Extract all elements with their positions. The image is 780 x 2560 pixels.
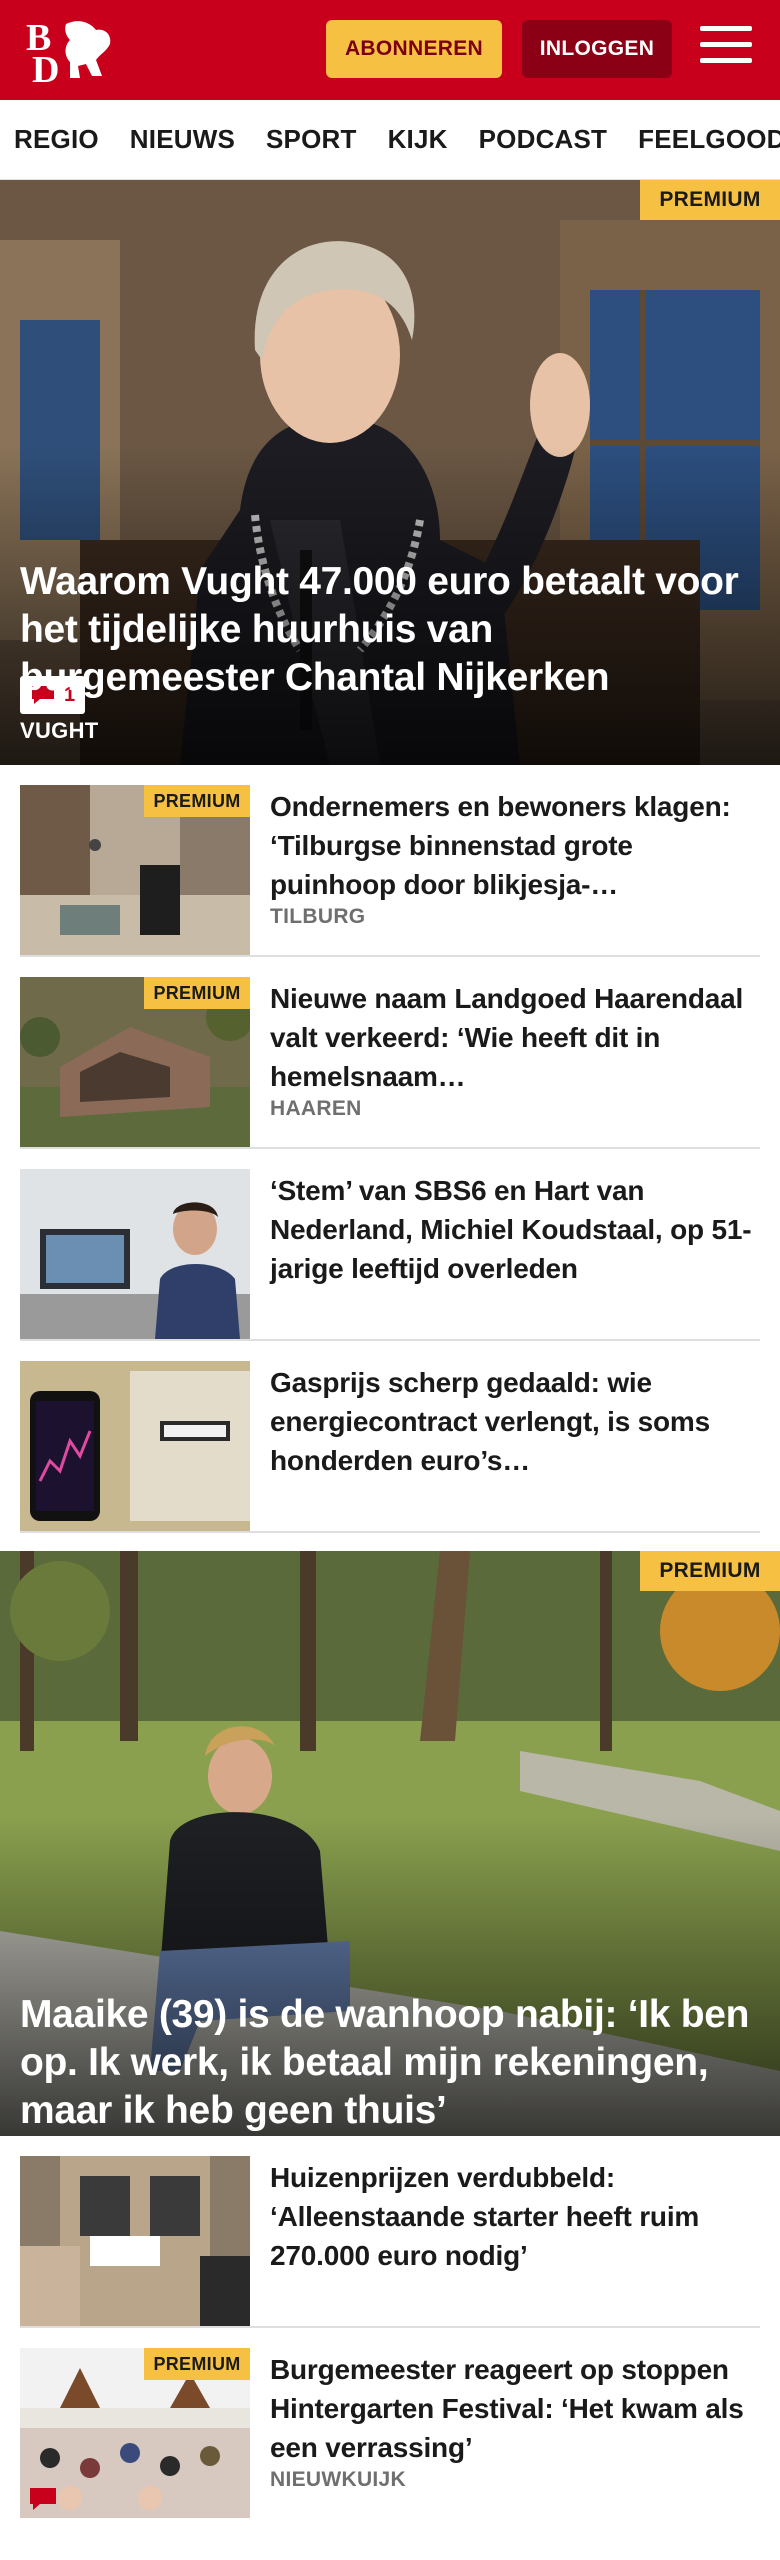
logo-lion-icon: B D <box>26 17 111 91</box>
premium-badge: PREMIUM <box>144 2348 250 2380</box>
article-thumbnail <box>20 1361 250 1531</box>
list-item[interactable]: PREMIUM Nieuwe naam Landgoed Haarendaal … <box>20 957 760 1149</box>
article-title[interactable]: Nieuwe naam Landgoed Haarendaal valt ver… <box>270 979 760 1096</box>
article-thumbnail <box>20 2156 250 2326</box>
premium-badge: PREMIUM <box>640 1551 780 1591</box>
subscribe-button[interactable]: ABONNEREN <box>326 20 502 78</box>
article-thumbnail: PREMIUM <box>20 977 250 1147</box>
article-list-2: Huizenprijzen verdubbeld: ‘Alleenstaande… <box>0 2136 780 2520</box>
article-location: TILBURG <box>270 905 366 928</box>
article-thumbnail <box>20 1169 250 1339</box>
hamburger-icon[interactable] <box>700 26 752 72</box>
hero-article-vught[interactable]: PREMIUM 1 Waarom Vught 47.000 euro betaa… <box>0 180 780 765</box>
article-list-1: PREMIUM Ondernemers en bewoners klagen: … <box>0 765 780 1533</box>
premium-badge: PREMIUM <box>144 977 250 1009</box>
premium-badge: PREMIUM <box>640 180 780 220</box>
article-thumbnail: PREMIUM <box>20 2348 250 2518</box>
nav-item-nieuws[interactable]: NIEUWS <box>130 124 235 155</box>
nav-item-kijk[interactable]: KIJK <box>388 124 448 155</box>
nav-item-sport[interactable]: SPORT <box>266 124 357 155</box>
article-title[interactable]: ‘Stem’ van SBS6 en Hart van Nederland, M… <box>270 1171 760 1288</box>
list-item[interactable]: PREMIUM Burgemeester reageert op stoppen… <box>20 2328 760 2520</box>
comment-icon[interactable] <box>28 2486 58 2512</box>
thumb-gas-meter-photo <box>20 1361 250 1531</box>
premium-badge: PREMIUM <box>144 785 250 817</box>
article-title[interactable]: Gasprijs scherp gedaald: wie energiecont… <box>270 1363 760 1480</box>
nav-item-podcast[interactable]: PODCAST <box>479 124 608 155</box>
thumb-house-sale-photo <box>20 2156 250 2326</box>
nav-item-feelgood[interactable]: FEELGOOD <box>638 124 780 155</box>
article-thumbnail: PREMIUM <box>20 785 250 955</box>
hero-article-maaike[interactable]: PREMIUM Maaike (39) is de wanhoop nabij:… <box>0 1551 780 2136</box>
svg-text:D: D <box>32 49 59 84</box>
hero-title[interactable]: Waarom Vught 47.000 euro betaalt voor he… <box>20 558 750 702</box>
hero-title[interactable]: Maaike (39) is de wanhoop nabij: ‘Ik ben… <box>20 1991 750 2135</box>
article-title[interactable]: Ondernemers en bewoners klagen: ‘Tilburg… <box>270 787 760 904</box>
thumb-studio-photo <box>20 1169 250 1339</box>
login-button[interactable]: INLOGGEN <box>522 20 672 78</box>
article-location: HAAREN <box>270 1097 362 1120</box>
bd-logo[interactable]: B D <box>26 16 116 91</box>
article-title[interactable]: Huizenprijzen verdubbeld: ‘Alleenstaande… <box>270 2158 760 2275</box>
list-item[interactable]: ‘Stem’ van SBS6 en Hart van Nederland, M… <box>20 1149 760 1341</box>
section-nav: REGIO NIEUWS SPORT KIJK PODCAST FEELGOOD… <box>0 100 780 180</box>
list-item[interactable]: PREMIUM Ondernemers en bewoners klagen: … <box>20 765 760 957</box>
list-item[interactable]: Gasprijs scherp gedaald: wie energiecont… <box>20 1341 760 1533</box>
list-item[interactable]: Huizenprijzen verdubbeld: ‘Alleenstaande… <box>20 2136 760 2328</box>
nav-item-regio[interactable]: REGIO <box>14 124 99 155</box>
article-location: NIEUWKUIJK <box>270 2468 407 2491</box>
article-title[interactable]: Burgemeester reageert op stoppen Hinterg… <box>270 2350 760 2467</box>
hero-location: VUGHT <box>20 718 99 743</box>
top-header: B D ABONNEREN INLOGGEN <box>0 0 780 100</box>
